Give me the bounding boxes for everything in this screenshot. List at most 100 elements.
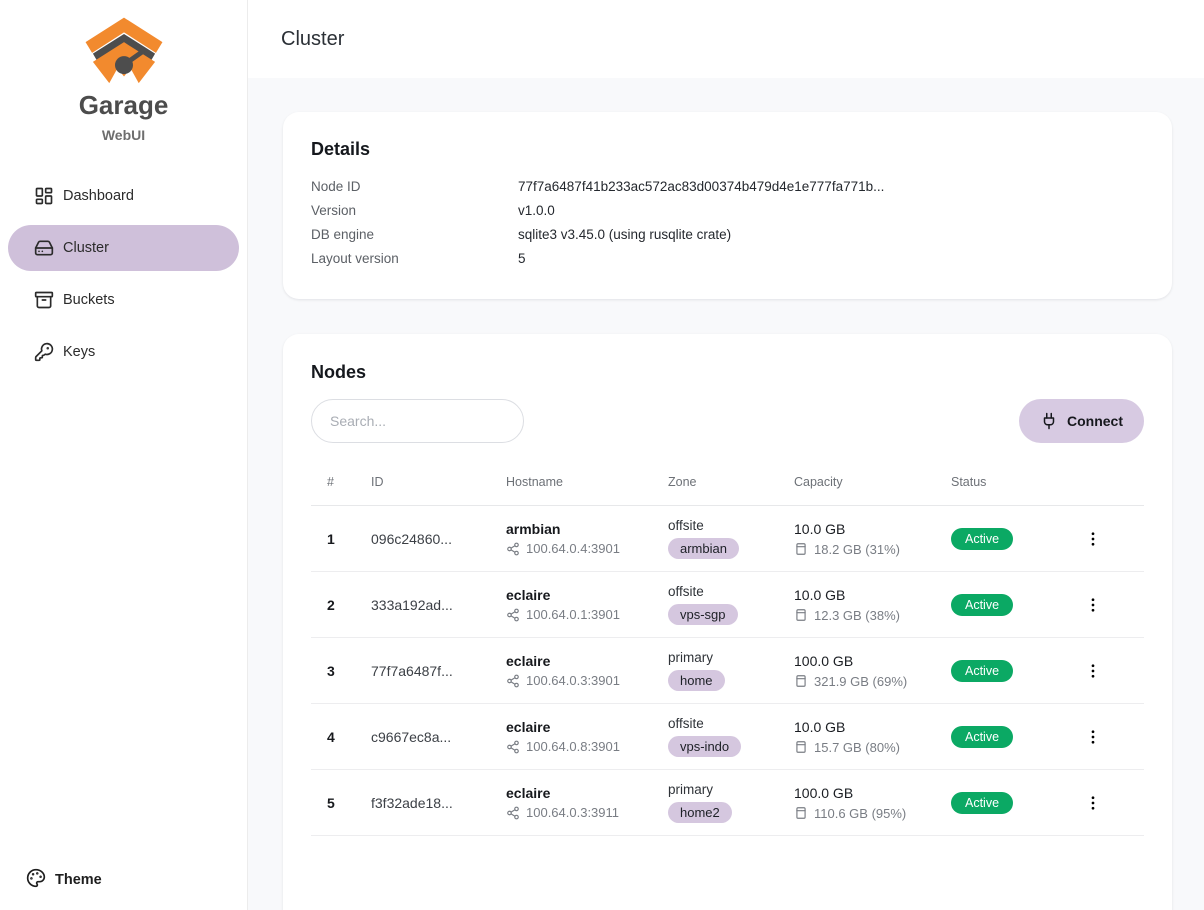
col-header-actions — [1060, 471, 1144, 506]
sidebar-nav: Dashboard Cluster Buckets Keys — [0, 173, 247, 375]
details-title: Details — [311, 139, 1144, 160]
plug-icon — [1040, 412, 1058, 430]
node-zone: offsite — [668, 518, 778, 533]
share-network-icon — [506, 608, 520, 622]
vertical-dots-icon — [1084, 662, 1102, 680]
col-header-id: ID — [355, 471, 490, 506]
status-badge: Active — [951, 594, 1013, 616]
node-used-line: 321.9 GB (69%) — [794, 674, 935, 689]
node-zone: offsite — [668, 716, 778, 731]
connect-label: Connect — [1067, 413, 1123, 429]
share-network-icon — [506, 806, 520, 820]
share-network-icon — [506, 740, 520, 754]
row-menu-button[interactable] — [1076, 526, 1110, 552]
status-badge: Active — [951, 660, 1013, 682]
node-used-line: 12.3 GB (38%) — [794, 608, 935, 623]
col-header-hostname: Hostname — [490, 471, 652, 506]
storage-drive-icon — [794, 740, 808, 754]
sidebar-item-label: Buckets — [63, 292, 115, 308]
sidebar-item-label: Dashboard — [63, 188, 134, 204]
node-used: 15.7 GB (80%) — [814, 740, 900, 755]
zone-tag-badge: vps-sgp — [668, 604, 738, 625]
sidebar-item-keys[interactable]: Keys — [8, 329, 239, 375]
search-input[interactable] — [311, 399, 524, 443]
node-address-line: 100.64.0.1:3901 — [506, 607, 652, 622]
key-icon — [34, 342, 54, 362]
storage-drive-icon — [794, 608, 808, 622]
table-row: 4 c9667ec8a... eclaire 100.64.0.8:3901 — [311, 704, 1144, 770]
status-badge: Active — [951, 528, 1013, 550]
brand: Garage WebUI — [0, 16, 247, 143]
sidebar-item-cluster[interactable]: Cluster — [8, 225, 239, 271]
node-index: 3 — [311, 638, 355, 704]
node-id: c9667ec8a... — [355, 704, 490, 770]
storage-drive-icon — [794, 542, 808, 556]
node-hostname: eclaire — [506, 785, 652, 801]
detail-row-db-engine: DB engine sqlite3 v3.45.0 (using rusqlit… — [311, 223, 1144, 247]
row-menu-button[interactable] — [1076, 658, 1110, 684]
details-card: Details Node ID 77f7a6487f41b233ac572ac8… — [283, 112, 1172, 299]
node-address: 100.64.0.3:3911 — [526, 805, 619, 820]
detail-value: v1.0.0 — [518, 199, 555, 223]
detail-label: Layout version — [311, 247, 518, 271]
node-hostname: eclaire — [506, 719, 652, 735]
sidebar-item-label: Keys — [63, 344, 95, 360]
node-id: f3f32ade18... — [355, 770, 490, 836]
node-address-line: 100.64.0.3:3911 — [506, 805, 652, 820]
node-address: 100.64.0.4:3901 — [526, 541, 620, 556]
node-address: 100.64.0.8:3901 — [526, 739, 620, 754]
status-badge: Active — [951, 792, 1013, 814]
vertical-dots-icon — [1084, 728, 1102, 746]
node-zone: primary — [668, 650, 778, 665]
detail-label: Version — [311, 199, 518, 223]
node-capacity: 100.0 GB — [794, 653, 935, 669]
detail-label: Node ID — [311, 175, 518, 199]
garage-logo-icon — [0, 16, 247, 88]
detail-value: sqlite3 v3.45.0 (using rusqlite crate) — [518, 223, 731, 247]
row-menu-button[interactable] — [1076, 790, 1110, 816]
zone-tag-badge: armbian — [668, 538, 739, 559]
table-header-row: # ID Hostname Zone Capacity Status — [311, 471, 1144, 506]
app-window: Garage WebUI Dashboard Cluster Buck — [0, 0, 1204, 910]
details-fields: Node ID 77f7a6487f41b233ac572ac83d00374b… — [311, 175, 1144, 271]
theme-button[interactable]: Theme — [26, 868, 102, 892]
zone-tag-badge: home2 — [668, 802, 732, 823]
node-used-line: 110.6 GB (95%) — [794, 806, 935, 821]
node-address-line: 100.64.0.3:3901 — [506, 673, 652, 688]
dashboard-grid-icon — [34, 186, 54, 206]
detail-label: DB engine — [311, 223, 518, 247]
detail-row-layout-version: Layout version 5 — [311, 247, 1144, 271]
detail-row-version: Version v1.0.0 — [311, 199, 1144, 223]
node-address-line: 100.64.0.8:3901 — [506, 739, 652, 754]
row-menu-button[interactable] — [1076, 592, 1110, 618]
node-capacity: 10.0 GB — [794, 521, 935, 537]
nodes-toolbar: Connect — [311, 399, 1144, 443]
node-address-line: 100.64.0.4:3901 — [506, 541, 652, 556]
storage-drive-icon — [794, 674, 808, 688]
sidebar-item-buckets[interactable]: Buckets — [8, 277, 239, 323]
sidebar-item-dashboard[interactable]: Dashboard — [8, 173, 239, 219]
detail-value: 77f7a6487f41b233ac572ac83d00374b479d4e1e… — [518, 175, 884, 199]
zone-tag-badge: home — [668, 670, 725, 691]
top-bar: Cluster — [248, 0, 1204, 78]
col-header-capacity: Capacity — [778, 471, 935, 506]
node-id: 096c24860... — [355, 506, 490, 572]
table-row: 5 f3f32ade18... eclaire 100.64.0.3:3911 — [311, 770, 1144, 836]
node-capacity: 10.0 GB — [794, 587, 935, 603]
node-used-line: 15.7 GB (80%) — [794, 740, 935, 755]
node-capacity: 10.0 GB — [794, 719, 935, 735]
row-menu-button[interactable] — [1076, 724, 1110, 750]
node-hostname: eclaire — [506, 653, 652, 669]
node-zone: offsite — [668, 584, 778, 599]
vertical-dots-icon — [1084, 596, 1102, 614]
main-area: Cluster Details Node ID 77f7a6487f41b233… — [248, 0, 1204, 910]
sidebar: Garage WebUI Dashboard Cluster Buck — [0, 0, 248, 910]
share-network-icon — [506, 674, 520, 688]
node-address: 100.64.0.3:3901 — [526, 673, 620, 688]
col-header-status: Status — [935, 471, 1060, 506]
page-title: Cluster — [281, 28, 344, 51]
node-used: 110.6 GB (95%) — [814, 806, 906, 821]
node-index: 1 — [311, 506, 355, 572]
detail-row-node-id: Node ID 77f7a6487f41b233ac572ac83d00374b… — [311, 175, 1144, 199]
connect-button[interactable]: Connect — [1019, 399, 1144, 443]
